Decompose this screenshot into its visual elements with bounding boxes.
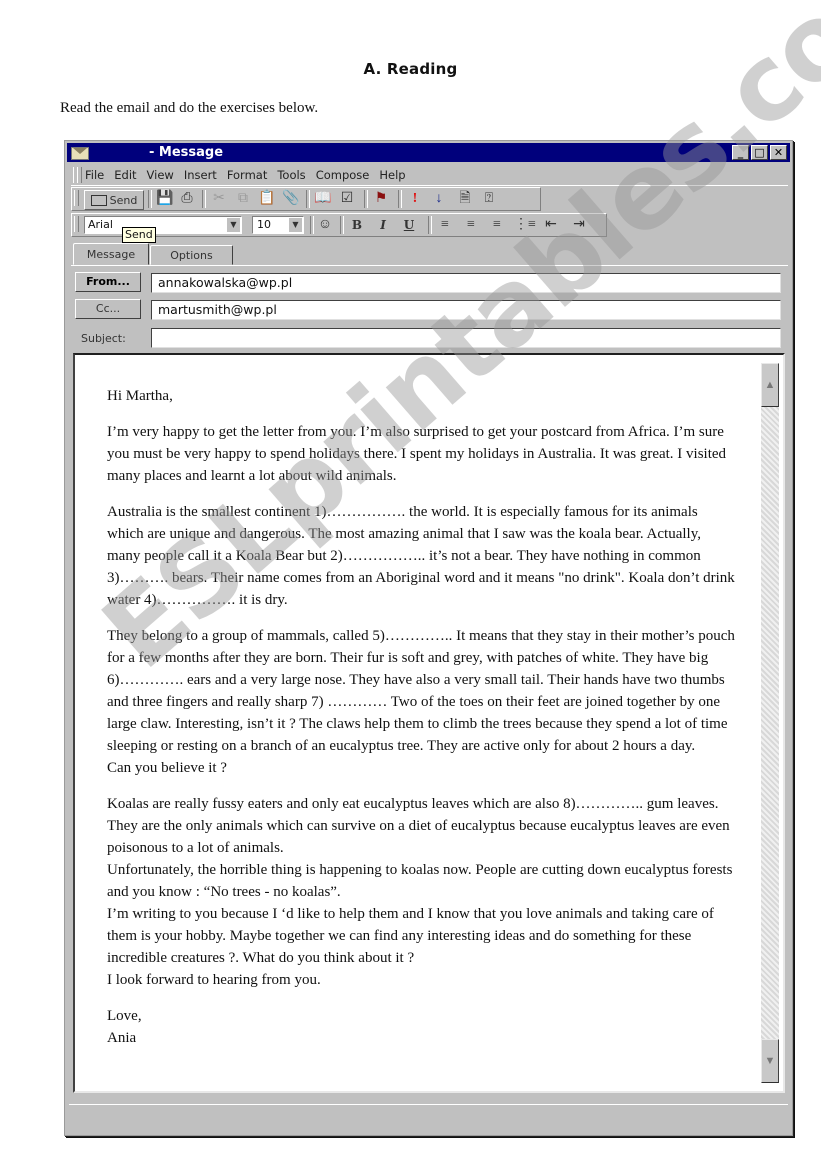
tab-options[interactable]: Options — [150, 245, 233, 265]
closing: Love, — [107, 1008, 142, 1024]
separator — [398, 190, 402, 208]
menu-compose[interactable]: Compose — [316, 168, 370, 182]
menu-view[interactable]: View — [147, 168, 174, 182]
maximize-button[interactable]: □ — [751, 145, 768, 160]
align-center-icon[interactable]: ≡ — [462, 217, 480, 233]
chevron-down-icon[interactable]: ▼ — [227, 218, 240, 232]
font-size-select[interactable]: 10 ▼ — [252, 216, 304, 234]
window-title: - Message — [149, 145, 224, 160]
decrease-indent-icon[interactable]: ⇤ — [542, 217, 560, 233]
send-button[interactable]: Send — [84, 190, 144, 210]
paragraph: I’m writing to you because I ‘d like to … — [107, 906, 714, 966]
cc-button[interactable]: Cc... — [75, 299, 141, 319]
message-body[interactable]: Hi Martha, I’m very happy to get the let… — [73, 353, 785, 1093]
email-text: Hi Martha, I’m very happy to get the let… — [107, 385, 737, 1049]
grip-handle[interactable] — [74, 190, 79, 206]
scroll-down-button[interactable]: ▼ — [761, 1039, 779, 1083]
paragraph: Koalas are really fussy eaters and only … — [107, 796, 730, 856]
flag-icon[interactable]: ⚑ — [372, 191, 390, 207]
separator — [428, 216, 432, 234]
properties-icon[interactable]: 🗎 — [456, 191, 474, 207]
bullet-list-icon[interactable]: ⋮≡ — [514, 217, 536, 233]
grip-handle[interactable] — [74, 216, 79, 232]
from-field[interactable]: annakowalska@wp.pl — [151, 273, 781, 293]
menu-edit[interactable]: Edit — [114, 168, 136, 182]
copy-icon[interactable]: ⧉ — [234, 191, 252, 207]
menu-format[interactable]: Format — [227, 168, 268, 182]
greeting: Hi Martha, — [107, 388, 173, 404]
status-area — [69, 1104, 788, 1131]
separator — [148, 190, 152, 208]
stationery-icon[interactable]: ☺ — [316, 217, 334, 233]
instruction-text: Read the email and do the exercises belo… — [60, 100, 319, 116]
message-window: - Message _ □ ✕ File Edit View Insert Fo… — [64, 140, 793, 1136]
send-label: Send — [109, 193, 138, 207]
italic-button[interactable]: I — [374, 217, 392, 233]
separator — [310, 216, 314, 234]
separator — [364, 190, 368, 208]
page-heading: A. Reading — [363, 60, 458, 78]
high-priority-icon[interactable]: ! — [406, 191, 424, 207]
font-select[interactable]: Arial ▼ — [84, 216, 242, 234]
paragraph: Can you believe it ? — [107, 760, 227, 776]
bold-button[interactable]: B — [348, 217, 366, 233]
low-priority-icon[interactable]: ↓ — [430, 191, 448, 207]
increase-indent-icon[interactable]: ⇥ — [570, 217, 588, 233]
cc-field[interactable]: martusmith@wp.pl — [151, 300, 781, 320]
paragraph: Australia is the smallest continent 1)……… — [107, 504, 735, 608]
help-icon[interactable]: ⍰ — [480, 191, 498, 207]
paragraph: I look forward to hearing from you. — [107, 972, 321, 988]
send-tooltip: Send — [122, 227, 156, 243]
vertical-scrollbar[interactable]: ▲ ▼ — [761, 363, 779, 1083]
standard-toolbar: Send 💾 ⎙ ✂ ⧉ 📋 📎 📖 ☑ ⚑ ! ↓ 🗎 ⍰ — [71, 187, 541, 211]
close-button[interactable]: ✕ — [770, 145, 787, 160]
tab-message[interactable]: Message — [73, 243, 149, 265]
paste-icon[interactable]: 📋 — [258, 191, 276, 207]
align-right-icon[interactable]: ≡ — [488, 217, 506, 233]
address-book-icon[interactable]: 📖 — [314, 191, 332, 207]
check-names-icon[interactable]: ☑ — [338, 191, 356, 207]
scroll-up-button[interactable]: ▲ — [761, 363, 779, 407]
save-icon[interactable]: 💾 — [156, 191, 174, 207]
envelope-icon — [71, 147, 89, 160]
menu-tools[interactable]: Tools — [277, 168, 305, 182]
print-icon[interactable]: ⎙ — [178, 191, 196, 207]
from-button[interactable]: From... — [75, 272, 141, 292]
attach-icon[interactable]: 📎 — [282, 191, 300, 207]
signature: Ania — [107, 1030, 137, 1046]
menu-help[interactable]: Help — [379, 168, 405, 182]
subject-field[interactable] — [151, 328, 781, 348]
message-header: From... annakowalska@wp.pl Cc... martusm… — [71, 265, 788, 354]
align-left-icon[interactable]: ≡ — [436, 217, 454, 233]
separator — [306, 190, 310, 208]
paragraph: Unfortunately, the horrible thing is hap… — [107, 862, 733, 900]
send-icon — [90, 194, 107, 206]
minimize-button[interactable]: _ — [732, 145, 749, 160]
paragraph: They belong to a group of mammals, calle… — [107, 628, 735, 754]
grip-handle[interactable] — [77, 167, 82, 183]
subject-label: Subject: — [81, 332, 126, 345]
cut-icon[interactable]: ✂ — [210, 191, 228, 207]
title-bar: - Message _ □ ✕ — [67, 143, 790, 162]
chevron-down-icon[interactable]: ▼ — [289, 218, 302, 232]
separator — [340, 216, 344, 234]
menu-file[interactable]: File — [85, 168, 104, 182]
menu-bar: File Edit View Insert Format Tools Compo… — [71, 165, 788, 186]
font-value: Arial — [88, 218, 113, 231]
menu-insert[interactable]: Insert — [184, 168, 217, 182]
paragraph: I’m very happy to get the letter from yo… — [107, 424, 727, 484]
underline-button[interactable]: U — [400, 217, 418, 233]
separator — [202, 190, 206, 208]
font-size-value: 10 — [257, 218, 271, 231]
